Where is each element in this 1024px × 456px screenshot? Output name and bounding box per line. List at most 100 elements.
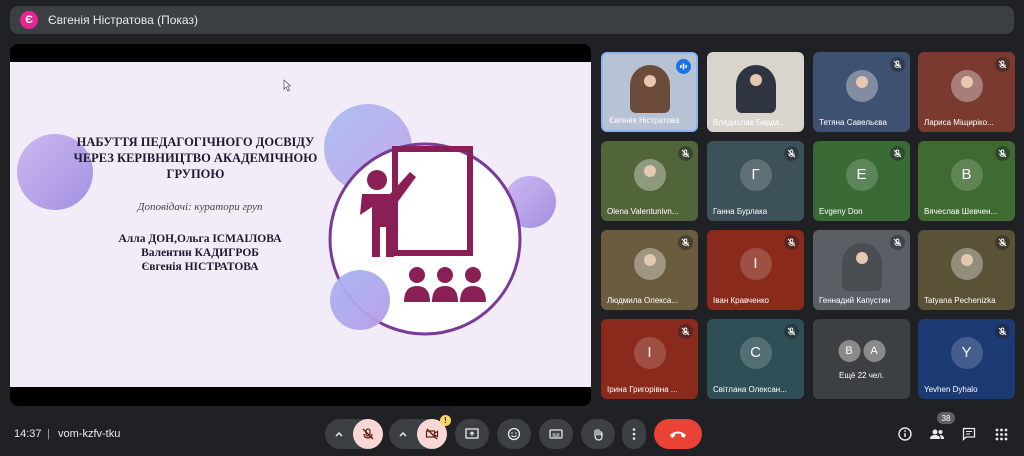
apps-grid-icon	[995, 428, 1007, 440]
participant-name: Ірина Григорівна ...	[607, 385, 678, 394]
mic-muted-icon	[784, 235, 799, 250]
participant-name: Євгенія Ністратова	[609, 116, 680, 125]
teacher-head	[367, 170, 387, 190]
participant-name: Evgeny Don	[819, 207, 863, 216]
presentation-title: Євгенія Ністратова (Показ)	[48, 13, 198, 27]
participant-name: Вячеслав Шевчен...	[924, 207, 998, 216]
participant-photo	[841, 242, 882, 291]
captions-button[interactable]	[539, 419, 573, 449]
hang-up-icon	[670, 431, 686, 438]
camera-off-icon	[425, 428, 439, 440]
participant-name: Геннадий Капустин	[819, 296, 891, 305]
participant-tile[interactable]: Olena Valentunivn...	[601, 141, 698, 221]
info-icon	[898, 427, 912, 441]
hand-icon	[594, 428, 603, 441]
participant-photo	[629, 64, 670, 113]
participant-tile[interactable]: Лариса Міщиріко...	[918, 52, 1015, 132]
person-silhouette	[855, 75, 868, 88]
participant-photo	[633, 247, 666, 280]
mic-control-group	[325, 419, 383, 449]
participant-tile[interactable]: Тетяна Савельєва	[813, 52, 910, 132]
present-button[interactable]	[455, 419, 489, 449]
meet-window: Є Євгенія Ністратова (Показ) НАБУТТЯ ПЕД…	[0, 0, 1024, 456]
chevron-up-icon	[399, 431, 407, 437]
person-silhouette	[960, 75, 973, 88]
slide-speakers-label: Доповідачі: куратори груп	[137, 201, 263, 213]
speaker-line: Євгенія НІСТРАТОВА	[141, 261, 259, 273]
captions-icon	[549, 429, 563, 439]
chevron-up-icon	[335, 431, 343, 437]
participant-tile[interactable]: Y Yevhen Dyhalo	[918, 319, 1015, 399]
participant-tile[interactable]: Геннадий Капустин	[813, 230, 910, 310]
meeting-details-button[interactable]	[894, 423, 916, 445]
camera-toggle-button[interactable]: !	[417, 415, 451, 449]
speaker-line: Алла ДОН,Ольга ІСМАІЛОВА	[118, 233, 282, 245]
participant-name: Людмила Олекса...	[607, 296, 679, 305]
participant-tile[interactable]: Владислав Барда...	[707, 52, 804, 132]
emoji-icon	[507, 427, 521, 441]
participant-tile[interactable]: І Ірина Григорівна ...	[601, 319, 698, 399]
deco-circle-bottom	[330, 270, 390, 330]
avatar: С	[739, 336, 772, 369]
participant-tile[interactable]: І Іван Кравченко	[707, 230, 804, 310]
person-silhouette	[643, 253, 656, 266]
raise-hand-button[interactable]	[581, 419, 615, 449]
mic-muted-icon	[890, 235, 905, 250]
camera-control-group: !	[389, 415, 451, 449]
person-silhouette	[960, 253, 973, 266]
camera-options-button[interactable]	[389, 419, 417, 449]
person-silhouette	[643, 74, 656, 87]
end-call-button[interactable]	[654, 419, 702, 449]
participant-name: Olena Valentunivn...	[607, 207, 679, 216]
clock: 14:37	[14, 428, 42, 440]
participant-name: Владислав Барда...	[713, 118, 786, 127]
cursor-icon	[283, 79, 292, 92]
chat-icon	[962, 427, 976, 441]
slide-speaker-names: Алла ДОН,Ольга ІСМАІЛОВА Валентин КАДИГР…	[100, 232, 300, 274]
reactions-button[interactable]	[497, 419, 531, 449]
mic-muted-icon	[995, 324, 1010, 339]
participant-tile[interactable]: Людмила Олекса...	[601, 230, 698, 310]
participant-photo	[950, 69, 983, 102]
participant-name: Тетяна Савельєва	[819, 118, 887, 127]
people-button[interactable]	[926, 423, 948, 445]
mic-toggle-button[interactable]	[353, 419, 383, 449]
participant-tile[interactable]: С Світлана Олексан...	[707, 319, 804, 399]
presentation-stage[interactable]: НАБУТТЯ ПЕДАГОГІЧНОГО ДОСВІДУ ЧЕРЕЗ КЕРІ…	[10, 44, 591, 406]
presentation-banner: Є Євгенія Ністратова (Показ)	[10, 6, 1014, 34]
mic-muted-icon	[995, 57, 1010, 72]
slide-title: НАБУТТЯ ПЕДАГОГІЧНОГО ДОСВІДУ ЧЕРЕЗ КЕРІ…	[73, 135, 318, 181]
more-participants-tile[interactable]: В А Ещё 22 чел.	[813, 319, 910, 399]
mic-muted-icon	[995, 235, 1010, 250]
participant-name: Іван Кравченко	[713, 296, 769, 305]
participant-photo	[845, 69, 878, 102]
more-options-button[interactable]	[622, 419, 646, 449]
mic-muted-icon	[890, 57, 905, 72]
control-bar: 14:37 | vom-kzfv-tku ! 38	[0, 412, 1024, 456]
chat-button[interactable]	[958, 423, 980, 445]
separator: |	[47, 428, 50, 440]
participant-tile[interactable]: Г Ганна Бурлака	[707, 141, 804, 221]
participant-name: Світлана Олексан...	[713, 385, 787, 394]
speaker-line: Валентин КАДИГРОБ	[141, 247, 259, 259]
participant-tile[interactable]: В Вячеслав Шевчен...	[918, 141, 1015, 221]
participant-tile[interactable]: Tatyana Pechenizka	[918, 230, 1015, 310]
mic-muted-icon	[678, 235, 693, 250]
people-icon	[930, 429, 944, 439]
avatar: Y	[950, 336, 983, 369]
participant-name: Tatyana Pechenizka	[924, 296, 996, 305]
activities-button[interactable]	[990, 423, 1012, 445]
mic-muted-icon	[995, 146, 1010, 161]
avatar: А	[863, 340, 885, 362]
avatar: Г	[739, 158, 772, 191]
warning-icon: !	[440, 415, 451, 426]
participant-tile[interactable]: Євгенія Ністратова	[601, 52, 698, 132]
slide-artwork	[17, 79, 556, 336]
mic-muted-icon	[784, 146, 799, 161]
avatar: І	[633, 336, 666, 369]
participant-tile[interactable]: E Evgeny Don	[813, 141, 910, 221]
mic-options-button[interactable]	[325, 419, 353, 449]
person-silhouette	[749, 74, 762, 87]
mic-off-icon	[362, 428, 374, 440]
present-screen-icon	[465, 428, 479, 439]
